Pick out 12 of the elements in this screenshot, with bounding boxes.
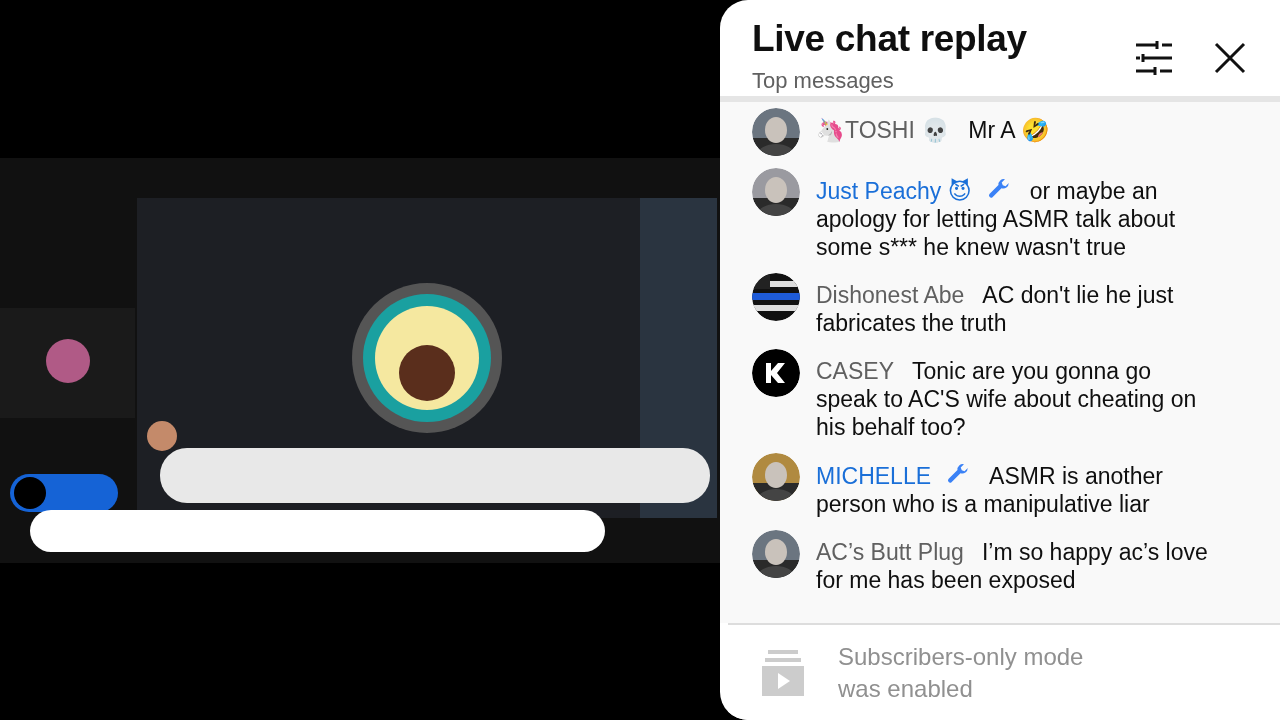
chat-message: Just Peachy 😈 or maybe an apology for letting ASMR talk about some s*** he knew wasn't true <box>816 175 1177 261</box>
notice-text: Subscribers-only mode was enabled <box>838 641 1085 704</box>
chat-message: Dishonest Abe AC don't lie he just fabricates the truth <box>816 281 1175 337</box>
chat-message: MICHELLE ASMR is another person who is a manipulative liar <box>816 460 1164 518</box>
panel-title: Live chat replay <box>752 18 1027 60</box>
chat-message: AC’s Butt Plug I’m so happy ac’s love for me has been exposed <box>816 538 1209 594</box>
chat-message: CASEY Tonic are you gonna go speak to AC'S wife about cheating on his behalf too? <box>816 357 1198 441</box>
chat-mode-label[interactable]: Top messages <box>752 68 894 94</box>
chat-message: 🦄TOSHI 💀 Mr A 🤣 <box>816 116 1051 145</box>
settings-icon[interactable] <box>1134 40 1174 76</box>
logo-avatar-icon <box>752 349 800 397</box>
subscriptions-icon <box>762 649 804 696</box>
